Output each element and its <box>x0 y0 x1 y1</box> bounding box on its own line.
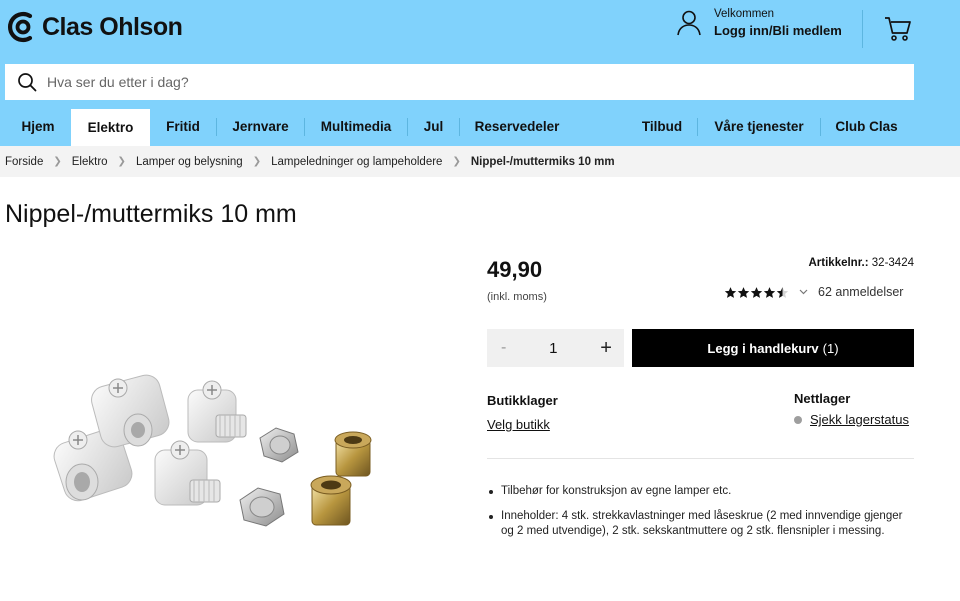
site-header: Clas Ohlson Velkommen Logg inn/Bli medle… <box>0 0 960 146</box>
search-input[interactable] <box>47 74 847 90</box>
quantity-decrease-button[interactable]: - <box>501 339 506 357</box>
clas-ohlson-logo-icon <box>8 11 33 43</box>
check-stock-link[interactable]: Sjekk lagerstatus <box>810 412 909 427</box>
online-stock-status[interactable]: Sjekk lagerstatus <box>794 412 909 427</box>
price-note: (inkl. moms) <box>487 291 547 303</box>
cart-button[interactable] <box>884 16 912 47</box>
nav-item-multimedia[interactable]: Multimedia <box>305 108 407 146</box>
select-store-link[interactable]: Velg butikk <box>487 417 550 432</box>
account-menu[interactable]: Velkommen Logg inn/Bli medlem <box>676 8 842 38</box>
nav-item-jernvare[interactable]: Jernvare <box>217 108 304 146</box>
brand-name: Clas Ohlson <box>42 12 183 41</box>
quantity-increase-button[interactable]: + <box>600 337 612 360</box>
add-to-cart-label: Legg i handlekurv <box>707 340 819 356</box>
add-to-cart-button[interactable]: Legg i handlekurv (1) <box>632 329 914 367</box>
stock-status-dot-icon <box>794 415 802 424</box>
star-filled-icon <box>750 286 763 298</box>
breadcrumb-current: Nippel-/muttermiks 10 mm <box>470 155 615 168</box>
search-bar[interactable] <box>5 64 914 100</box>
star-half-icon <box>776 286 789 298</box>
chevron-right-icon: ❯ <box>117 156 126 167</box>
chevron-right-icon: ❯ <box>53 156 62 167</box>
online-stock-heading: Nettlager <box>794 391 851 406</box>
star-filled-icon <box>724 286 737 298</box>
article-number: Artikkelnr.: 32-3424 <box>809 257 915 269</box>
star-filled-icon <box>737 286 750 298</box>
breadcrumb-forside[interactable]: Forside <box>5 156 43 168</box>
welcome-text: Velkommen <box>714 8 775 20</box>
main-navigation: Hjem Elektro Fritid Jernvare Multimedia … <box>0 108 960 146</box>
product-features: Tilbehør for konstruksjon av egne lamper… <box>487 484 917 549</box>
chevron-down-icon <box>799 289 808 295</box>
search-icon <box>18 73 37 92</box>
nav-item-club-clas[interactable]: Club Clas <box>821 108 912 146</box>
page-title: Nippel-/muttermiks 10 mm <box>5 200 297 228</box>
chevron-right-icon: ❯ <box>452 156 461 167</box>
brand-logo[interactable]: Clas Ohlson <box>6 10 183 44</box>
cart-count: (1) <box>822 340 839 356</box>
article-number-value: 32-3424 <box>871 257 914 269</box>
user-icon <box>677 10 701 36</box>
breadcrumb-lamper[interactable]: Lamper og belysning <box>136 156 243 168</box>
feature-item: Tilbehør for konstruksjon av egne lamper… <box>487 484 917 499</box>
review-count[interactable]: 62 anmeldelser <box>818 285 903 299</box>
quantity-stepper: - 1 + <box>487 329 624 367</box>
nav-item-vare-tjenester[interactable]: Våre tjenester <box>698 108 820 146</box>
star-filled-icon <box>763 286 776 298</box>
nav-item-hjem[interactable]: Hjem <box>5 108 71 146</box>
quantity-value[interactable]: 1 <box>549 340 557 357</box>
header-divider <box>862 10 863 48</box>
store-stock-heading: Butikklager <box>487 393 558 408</box>
hex-nut-part <box>239 427 299 527</box>
chevron-right-icon: ❯ <box>252 156 262 167</box>
product-image[interactable] <box>40 360 440 560</box>
breadcrumb-lampeledninger[interactable]: Lampeledninger og lampeholdere <box>271 156 442 168</box>
product-price: 49,90 <box>487 257 543 282</box>
nav-item-fritid[interactable]: Fritid <box>150 108 216 146</box>
feature-item: Inneholder: 4 stk. strekkavlastninger me… <box>487 509 917 539</box>
divider <box>487 458 914 459</box>
nav-item-tilbud[interactable]: Tilbud <box>628 108 696 146</box>
product-rating[interactable]: 62 anmeldelser <box>724 285 903 299</box>
shopping-cart-icon <box>885 17 911 41</box>
nav-item-jul[interactable]: Jul <box>408 108 459 146</box>
article-number-label: Artikkelnr.: <box>808 257 869 269</box>
brass-nipple-part <box>310 431 372 526</box>
nav-item-reservedeler[interactable]: Reservedeler <box>460 108 574 146</box>
nav-item-elektro[interactable]: Elektro <box>71 109 150 146</box>
breadcrumb: Forside ❯ Elektro ❯ Lamper og belysning … <box>0 146 960 177</box>
breadcrumb-elektro[interactable]: Elektro <box>72 156 108 168</box>
login-link[interactable]: Logg inn/Bli medlem <box>714 23 842 38</box>
